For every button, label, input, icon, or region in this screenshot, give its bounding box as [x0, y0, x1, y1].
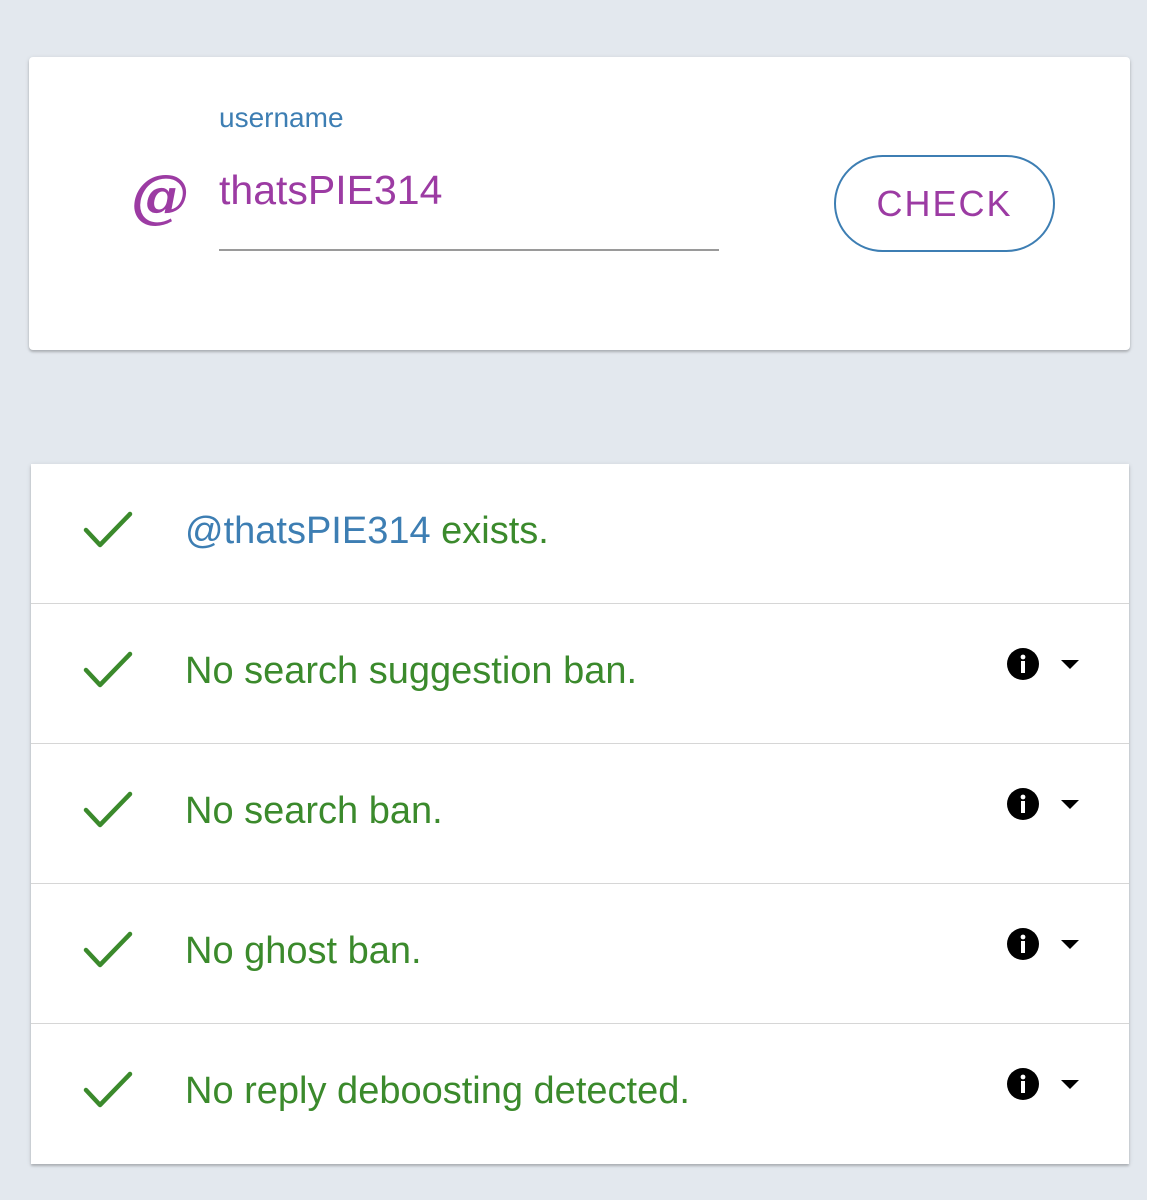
results-card: @thatsPIE314 exists. No search suggestio…: [31, 464, 1129, 1164]
caret-down-icon[interactable]: [1061, 660, 1079, 670]
result-message: No reply deboosting detected.: [185, 1070, 690, 1112]
info-icon[interactable]: [1006, 787, 1040, 821]
result-message: exists.: [430, 510, 549, 552]
info-icon[interactable]: [1006, 647, 1040, 681]
result-message: No search suggestion ban.: [185, 650, 638, 692]
username-label: username: [219, 102, 344, 133]
checkmark-icon: [83, 931, 133, 968]
info-icon[interactable]: [1006, 1067, 1040, 1101]
caret-down-icon[interactable]: [1061, 800, 1079, 810]
result-text: @thatsPIE314 exists.: [185, 508, 549, 554]
scrollbar-track[interactable]: [1147, 0, 1159, 1200]
result-row-reply-deboosting[interactable]: No reply deboosting detected.: [31, 1024, 1129, 1164]
at-sign-icon: @: [131, 162, 189, 230]
result-row-ghost-ban[interactable]: No ghost ban.: [31, 884, 1129, 1024]
checkmark-icon: [83, 791, 133, 828]
info-icon[interactable]: [1006, 927, 1040, 961]
result-row-search-ban[interactable]: No search ban.: [31, 744, 1129, 884]
caret-down-icon[interactable]: [1061, 940, 1079, 950]
checkmark-icon: [83, 1071, 133, 1108]
caret-down-icon[interactable]: [1061, 1080, 1079, 1090]
result-row-exists: @thatsPIE314 exists.: [31, 464, 1129, 604]
checkmark-icon: [83, 511, 133, 548]
result-row-search-suggestion-ban[interactable]: No search suggestion ban.: [31, 604, 1129, 744]
result-message: No ghost ban.: [185, 930, 422, 972]
input-underline: [219, 249, 719, 251]
username-input[interactable]: [219, 162, 719, 218]
username-handle: @thatsPIE314: [185, 510, 431, 552]
checkmark-icon: [83, 651, 133, 688]
check-button[interactable]: CHECK: [834, 155, 1055, 252]
result-message: No search ban.: [185, 790, 443, 832]
